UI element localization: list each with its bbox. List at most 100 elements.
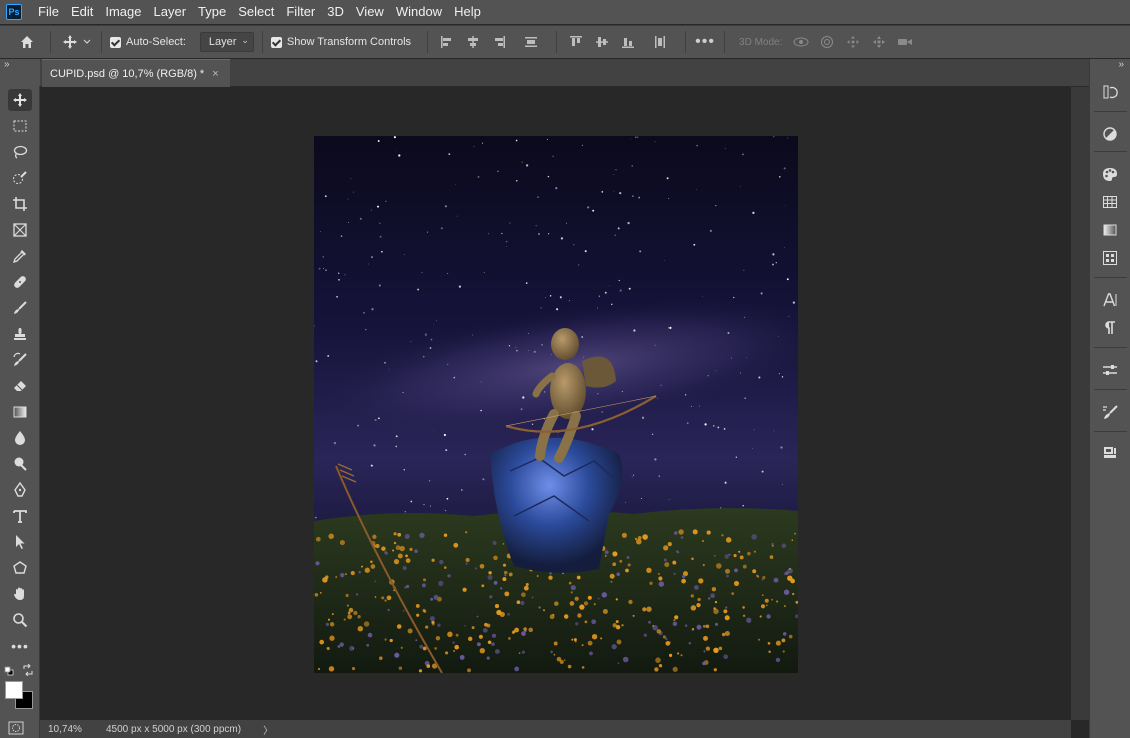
menu-select[interactable]: Select [232,0,280,24]
type-icon[interactable] [8,505,32,527]
separator [556,31,558,53]
align-vertical-group [565,31,671,53]
shape-icon[interactable] [8,557,32,579]
menu-layer[interactable]: Layer [148,0,193,24]
brush-icon[interactable] [8,297,32,319]
character-icon[interactable] [1098,289,1122,311]
toolbar-collapse-button[interactable]: » [0,59,40,87]
eyedropper-icon[interactable] [8,245,32,267]
auto-select-checkbox[interactable] [110,36,121,48]
paragraph-icon[interactable] [1098,317,1122,339]
separator [101,31,102,53]
history-brush-icon[interactable] [8,349,32,371]
frame-icon[interactable] [8,219,32,241]
photoshop-logo-icon: Ps [6,4,22,20]
quick-mask-icon[interactable] [8,721,30,735]
hand-icon[interactable] [8,583,32,605]
separator [1094,389,1127,390]
show-transform-controls-label: Show Transform Controls [286,36,412,48]
healing-brush-icon[interactable] [8,271,32,293]
right-panel-dock: » [1089,59,1130,738]
show-transform-controls-checkbox[interactable] [270,36,282,48]
color-swatches-icon[interactable] [1098,163,1122,185]
swatches-grid-icon[interactable] [1098,191,1122,213]
edit-toolbar-icon[interactable]: ••• [8,635,32,657]
separator [1094,111,1127,112]
document-info: 4500 px x 5000 px (300 ppcm) [106,723,242,735]
foreground-color-swatch[interactable] [5,681,23,699]
align-left-edges-icon[interactable] [436,31,458,53]
quick-selection-icon[interactable] [8,167,32,189]
adjustments-icon[interactable] [1098,123,1122,145]
auto-select-target-value: Layer [208,36,237,48]
more-options-icon[interactable]: ••• [694,31,716,53]
close-icon[interactable]: × [212,68,218,80]
separator [1094,431,1127,432]
menu-3d[interactable]: 3D [321,0,350,24]
blur-icon[interactable] [8,427,32,449]
distribute-horizontal-icon[interactable] [649,31,671,53]
menu-view[interactable]: View [350,0,390,24]
separator [685,31,687,53]
move-tool-icon[interactable] [8,89,32,111]
swap-colors-icon[interactable] [22,663,34,677]
zoom-icon[interactable] [8,609,32,631]
move-tool-preset-icon[interactable] [59,31,81,53]
document-tab-bar: CUPID.psd @ 10,7% (RGB/8) * × [40,59,1089,87]
brush-settings-icon[interactable] [1098,401,1122,423]
menu-help[interactable]: Help [448,0,487,24]
path-selection-icon[interactable] [8,531,32,553]
gradient-icon[interactable] [8,401,32,423]
document-canvas-artwork[interactable] [314,136,798,673]
menu-type[interactable]: Type [192,0,232,24]
auto-select-target-dropdown[interactable]: Layer ⌄ [199,32,254,52]
pen-icon[interactable] [8,479,32,501]
canvas-workspace[interactable] [40,87,1071,720]
menu-image[interactable]: Image [99,0,147,24]
zoom-level[interactable]: 10,74% [40,724,92,735]
rectangular-marquee-icon[interactable] [8,115,32,137]
libraries-icon[interactable] [1098,441,1122,463]
document-tab[interactable]: CUPID.psd @ 10,7% (RGB/8) * × [42,59,230,87]
options-bar: Auto-Select: Layer ⌄ Show Transform Cont… [0,25,1130,58]
distribute-vertical-icon[interactable] [520,31,542,53]
lasso-icon[interactable] [8,141,32,163]
align-horizontal-centers-icon[interactable] [462,31,484,53]
align-horizontal-group [436,31,542,53]
separator [50,31,51,53]
history-icon[interactable] [1098,81,1122,103]
3d-mode-group [790,31,916,53]
gradients-icon[interactable] [1098,219,1122,241]
separator [261,31,263,53]
3d-mode-label: 3D Mode: [739,36,783,48]
tools-panel: ••• [0,86,40,738]
home-icon[interactable] [16,31,38,53]
3d-roll-icon[interactable] [816,31,838,53]
properties-icon[interactable] [1098,359,1122,381]
3d-slide-icon[interactable] [868,31,890,53]
3d-scale-video-icon[interactable] [894,31,916,53]
menu-edit[interactable]: Edit [65,0,99,24]
menu-filter[interactable]: Filter [280,0,321,24]
align-bottom-edges-icon[interactable] [617,31,639,53]
clone-stamp-icon[interactable] [8,323,32,345]
menu-file[interactable]: File [32,0,65,24]
status-menu-arrow-icon[interactable]: 〉 [263,722,273,737]
vertical-scrollbar[interactable] [1071,87,1089,720]
3d-orbit-icon[interactable] [790,31,812,53]
menu-bar: Ps File Edit Image Layer Type Select Fil… [0,0,1130,24]
default-colors-icon[interactable] [4,665,14,676]
align-top-edges-icon[interactable] [565,31,587,53]
menu-window[interactable]: Window [390,0,448,24]
align-right-edges-icon[interactable] [488,31,510,53]
patterns-icon[interactable] [1098,247,1122,269]
dodge-icon[interactable] [8,453,32,475]
separator [1094,151,1127,152]
eraser-icon[interactable] [8,375,32,397]
crop-icon[interactable] [8,193,32,215]
dock-collapse-button[interactable]: » [1090,59,1130,73]
chevron-down-icon[interactable] [81,31,93,53]
align-vertical-centers-icon[interactable] [591,31,613,53]
separator [427,31,429,53]
3d-pan-icon[interactable] [842,31,864,53]
